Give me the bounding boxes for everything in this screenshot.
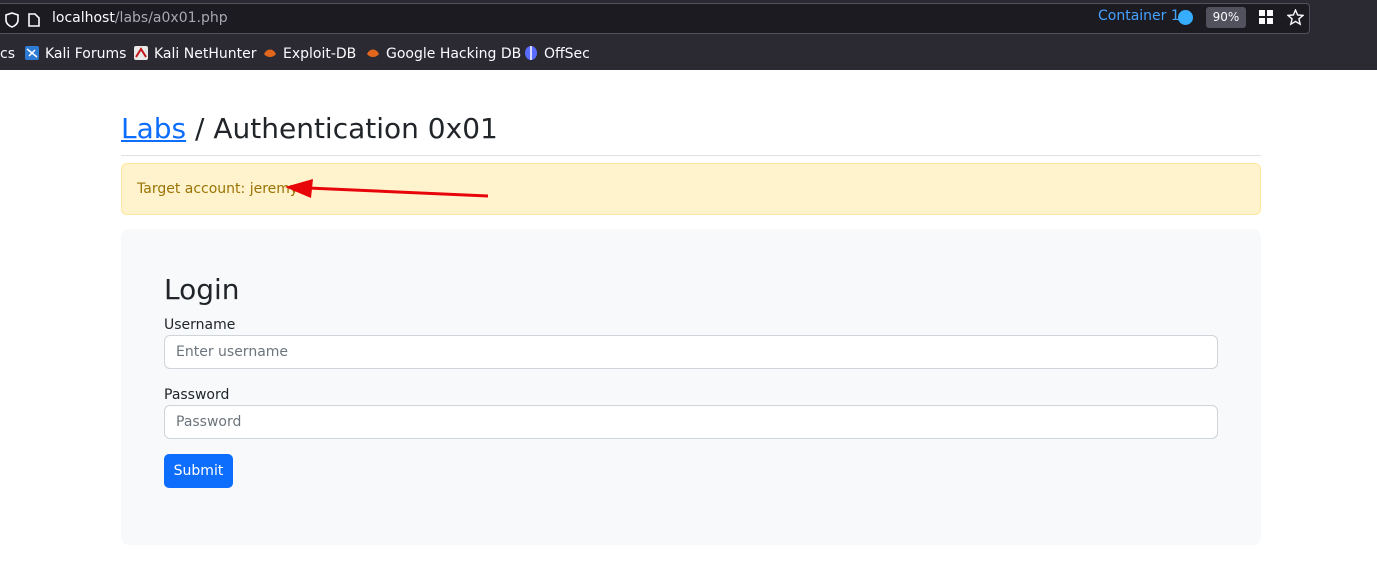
page-title-text: / Authentication 0x01 — [186, 112, 498, 145]
labs-breadcrumb-link[interactable]: Labs — [121, 112, 186, 145]
annotation-arrow-icon — [285, 179, 489, 198]
shield-icon[interactable] — [5, 12, 19, 28]
bookmark-star-icon[interactable] — [1287, 9, 1304, 26]
alert-text: Target account: jeremy — [137, 181, 299, 197]
bookmark-truncated[interactable]: cs — [0, 44, 15, 64]
zoom-indicator[interactable]: 90% — [1206, 7, 1246, 28]
password-label: Password — [164, 387, 230, 403]
browser-chrome: localhost/labs/a0x01.php Container 1 90%… — [0, 0, 1377, 70]
bookmark-offsec[interactable]: OffSec — [524, 44, 590, 64]
page-title: Labs / Authentication 0x01 — [121, 112, 498, 145]
kali-nethunter-icon — [134, 46, 148, 60]
bookmark-kali-forums[interactable]: Kali Forums — [25, 44, 126, 64]
exploit-db-icon — [264, 49, 276, 57]
bookmark-google-hacking-db[interactable]: Google Hacking DB — [366, 44, 521, 64]
password-input[interactable] — [164, 405, 1218, 439]
url-text[interactable]: localhost/labs/a0x01.php — [52, 10, 228, 26]
container-dot-icon — [1178, 10, 1193, 25]
page-icon — [28, 13, 40, 27]
bookmarks-toolbar: cs Kali Forums Kali NetHunter Exploit-DB… — [0, 42, 1377, 66]
username-input[interactable] — [164, 335, 1218, 369]
offsec-icon — [525, 46, 537, 60]
container-label[interactable]: Container 1 — [1098, 8, 1180, 24]
url-host: localhost — [52, 10, 115, 26]
login-card: Login Username Password Submit — [121, 229, 1261, 545]
ghdb-icon — [367, 49, 379, 57]
kali-forums-icon — [25, 46, 39, 60]
login-title: Login — [164, 273, 240, 306]
username-label: Username — [164, 317, 236, 333]
submit-button[interactable]: Submit — [164, 454, 233, 488]
title-divider — [121, 155, 1261, 156]
bookmark-exploit-db[interactable]: Exploit-DB — [263, 44, 356, 64]
extensions-grid-icon[interactable] — [1259, 10, 1274, 25]
url-path: /labs/a0x01.php — [114, 10, 228, 26]
bookmark-kali-nethunter[interactable]: Kali NetHunter — [134, 44, 256, 64]
